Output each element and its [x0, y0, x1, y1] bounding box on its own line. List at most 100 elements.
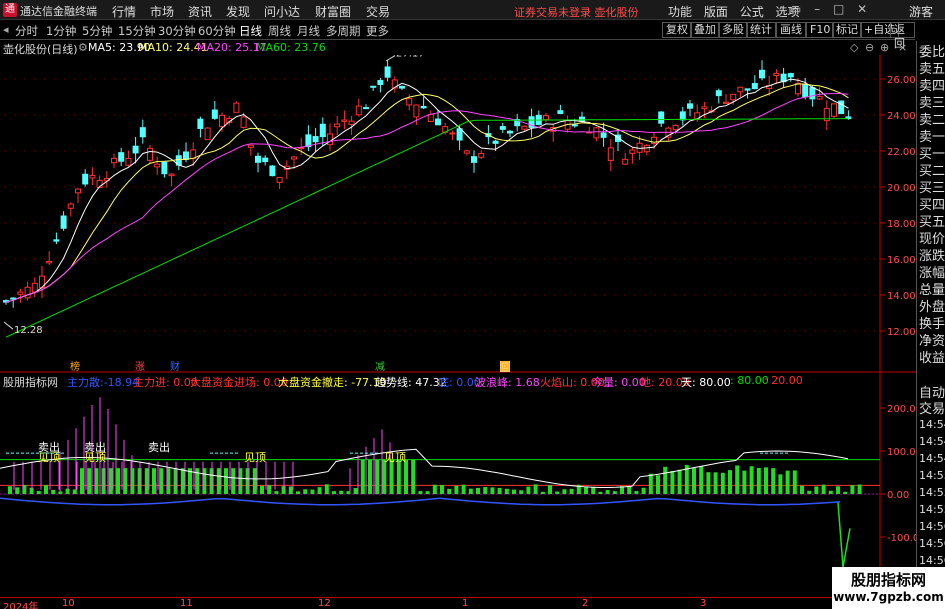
period-multi[interactable]: 多周期: [326, 23, 361, 39]
mark-button[interactable]: 标记: [832, 22, 862, 38]
overlay-button[interactable]: 叠加: [690, 22, 720, 38]
menu-layout[interactable]: 版面: [704, 5, 728, 19]
quote-label: 卖一: [919, 130, 945, 145]
maximize-icon[interactable]: □: [833, 2, 844, 16]
guest-login[interactable]: 游客: [909, 3, 933, 20]
tick-time: 14:55: [919, 503, 945, 516]
trend-bar: [332, 491, 336, 494]
tick-time: 14:55: [919, 486, 945, 499]
statistics-button[interactable]: 统计: [746, 22, 776, 38]
menu-news[interactable]: 资讯: [188, 3, 223, 20]
quote-label: 卖四: [919, 79, 945, 94]
trend-bar: [425, 491, 430, 494]
trend-bar: [742, 470, 747, 494]
trend-bar: [404, 459, 408, 494]
menu-wealth[interactable]: 财富圈: [315, 3, 363, 20]
candle-down: [507, 130, 513, 134]
candle-down: [399, 85, 405, 89]
login-notice[interactable]: 证券交易未登录 壶化股份: [514, 4, 639, 20]
menu-market[interactable]: 市场: [150, 3, 185, 20]
menu-formula[interactable]: 公式: [740, 5, 764, 19]
trend-bar: [548, 485, 552, 494]
period-5min[interactable]: 5分钟: [82, 23, 112, 39]
candle-up: [413, 104, 420, 118]
close-icon[interactable]: ✕: [857, 2, 867, 16]
trend-bar: [180, 468, 185, 494]
quote-label: 总量: [919, 283, 945, 298]
period-monthly[interactable]: 月线: [297, 23, 320, 39]
high-pointer: [385, 55, 396, 62]
candle-up: [773, 72, 780, 77]
period-intraday[interactable]: 分时: [15, 23, 38, 39]
menu-quotes[interactable]: 行情: [112, 3, 147, 20]
menu-functions[interactable]: 功能: [668, 5, 692, 19]
candle-down: [53, 239, 60, 242]
trend-bar: [353, 488, 358, 494]
return-button[interactable]: 返回: [890, 22, 915, 50]
multi-stock-button[interactable]: 多股: [718, 22, 748, 38]
menu-discover[interactable]: 发现: [226, 3, 261, 20]
candle-up: [629, 149, 636, 154]
menu-ask[interactable]: 问小达: [264, 3, 312, 20]
trend-bar: [389, 459, 394, 494]
low-pointer: [3, 321, 14, 330]
time-axis-label: 3: [700, 598, 707, 609]
candle-down: [82, 173, 89, 185]
chart-options-icon[interactable]: ◇: [850, 41, 858, 54]
period-more[interactable]: 更多: [366, 23, 389, 39]
candle-down: [715, 90, 722, 97]
tick-time: 14:54: [919, 418, 945, 431]
trend-bar: [447, 488, 452, 494]
close-chart-icon[interactable]: ×: [898, 41, 907, 54]
candle-up: [672, 124, 679, 131]
indicator-value: 大盘资金进场: 0.00: [190, 376, 288, 389]
indicator-value: : 20.00: [764, 374, 803, 387]
candle-up: [593, 127, 600, 139]
candle-up: [240, 116, 247, 128]
adjust-button[interactable]: 复权: [662, 22, 692, 38]
period-weekly[interactable]: 周线: [268, 23, 291, 39]
trend-bar: [800, 485, 804, 494]
period-30min[interactable]: 30分钟: [158, 23, 196, 39]
auto-trade-label[interactable]: 交易: [919, 402, 945, 418]
candle-down: [751, 83, 758, 90]
period-daily[interactable]: 日线: [239, 23, 262, 39]
trend-bar: [260, 485, 264, 494]
trend-bar: [663, 466, 668, 494]
zoom-out-icon[interactable]: ⊖: [865, 41, 874, 54]
period-15min[interactable]: 15分钟: [118, 23, 156, 39]
candle-up: [521, 125, 528, 130]
time-axis: 2024年 10 11 12 1 2 3: [0, 597, 880, 609]
candle-up: [89, 174, 96, 179]
zoom-in-icon[interactable]: ⊕: [880, 41, 889, 54]
period-1min[interactable]: 1分钟: [46, 23, 76, 39]
trend-bar: [224, 468, 228, 494]
f10-button[interactable]: F10: [806, 22, 835, 38]
app-title: 通达信金融终端: [20, 5, 97, 18]
price-tick-label: 12.00: [887, 327, 916, 338]
quote-label: 现价: [919, 232, 945, 247]
trend-bar: [504, 488, 509, 494]
indicator-value: 今量: 0.00: [592, 376, 646, 389]
indicator-chart[interactable]: 200.00100.000.00-100.00卖出见顶卖出见顶卖出见顶见顶: [0, 373, 916, 597]
indicator-name[interactable]: 股朋指标网: [3, 374, 58, 390]
trend-bar: [828, 490, 833, 494]
period-60min[interactable]: 60分钟: [198, 23, 236, 39]
toolbar-back-icon[interactable]: ◂: [3, 23, 9, 36]
settings-icon[interactable]: ⚙: [78, 41, 88, 54]
candle-up: [543, 115, 549, 121]
menu-trade[interactable]: 交易: [366, 3, 401, 20]
candle-up: [737, 86, 744, 93]
draw-line-button[interactable]: 画线: [776, 22, 806, 38]
quote-label: 涨幅: [919, 266, 945, 281]
trend-bar: [87, 468, 92, 494]
restore-icon[interactable]: ▭: [790, 2, 801, 16]
signal-label: 见顶: [384, 451, 406, 464]
minimize-icon[interactable]: –: [814, 2, 820, 16]
auto-trade-label[interactable]: 自动: [919, 386, 945, 402]
candle-down: [809, 87, 816, 100]
trend-bar: [159, 468, 164, 494]
trend-bar: [476, 487, 480, 494]
candlestick-chart[interactable]: 26.00 24.00 22.00 20.00 18.00 16.00 14.00 12.00…: [0, 55, 916, 373]
candle-down: [60, 215, 67, 229]
